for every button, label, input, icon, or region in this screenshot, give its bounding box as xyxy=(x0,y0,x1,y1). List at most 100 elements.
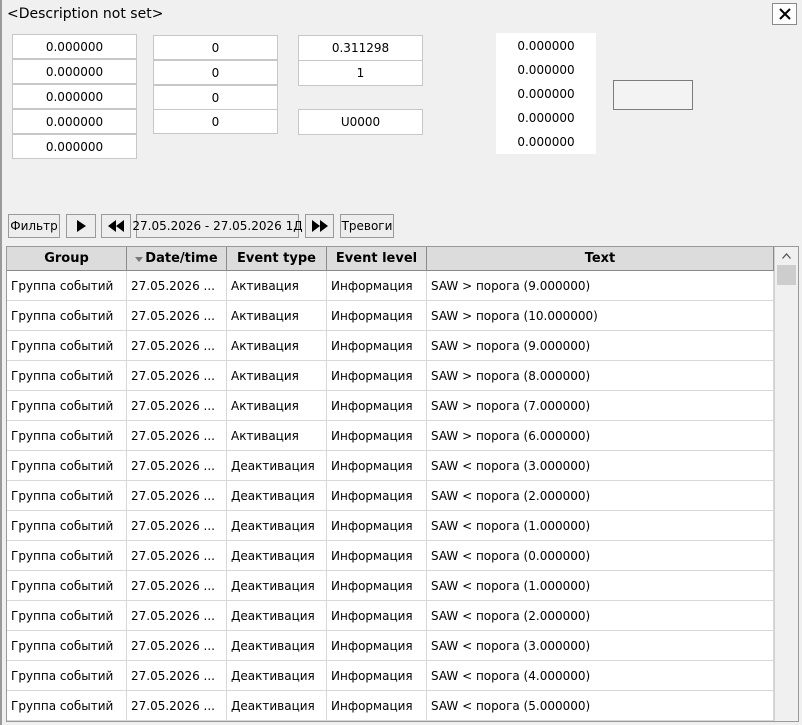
table-row[interactable]: Группа событий 27.05.2026 ... Деактивация И… xyxy=(7,481,774,511)
close-icon xyxy=(778,8,791,20)
cell-text: SAW < порога (5.000000) xyxy=(427,691,774,721)
value-field-1-2[interactable]: 0.000000 xyxy=(12,59,137,84)
table-row[interactable]: Группа событий 27.05.2026 ... Деактивация И… xyxy=(7,631,774,661)
value-field-2-3[interactable]: 0 xyxy=(153,85,278,110)
cell-group: Группа событий xyxy=(7,661,127,691)
cell-event-type: Деактивация xyxy=(227,601,327,631)
cell-event-type: Деактивация xyxy=(227,481,327,511)
cell-event-level: Информация xyxy=(327,271,427,301)
chevron-up-icon xyxy=(781,253,791,259)
column-header-datetime-label: Date/time xyxy=(145,251,218,266)
cell-group: Группа событий xyxy=(7,691,127,721)
fast-forward-button[interactable] xyxy=(305,214,334,238)
cell-text: SAW < порога (1.000000) xyxy=(427,571,774,601)
blank-button[interactable] xyxy=(613,80,693,110)
cell-event-level: Информация xyxy=(327,631,427,661)
cell-event-type: Активация xyxy=(227,421,327,451)
cell-datetime: 27.05.2026 ... xyxy=(127,511,227,541)
column-header-event-level[interactable]: Event level xyxy=(327,247,427,271)
value-field-1-1[interactable]: 0.000000 xyxy=(12,34,137,59)
scroll-thumb[interactable] xyxy=(777,265,796,285)
alarms-button[interactable]: Тревоги xyxy=(340,214,394,238)
events-table[interactable]: Group Date/time Event type Event level T… xyxy=(6,246,799,722)
cell-text: SAW < порога (4.000000) xyxy=(427,661,774,691)
vertical-scrollbar[interactable] xyxy=(774,247,798,721)
cell-group: Группа событий xyxy=(7,511,127,541)
scroll-up-button[interactable] xyxy=(775,247,797,265)
table-row[interactable]: Группа событий 27.05.2026 ... Активация Инф… xyxy=(7,331,774,361)
cell-datetime: 27.05.2026 ... xyxy=(127,301,227,331)
cell-text: SAW < порога (3.000000) xyxy=(427,451,774,481)
cell-datetime: 27.05.2026 ... xyxy=(127,391,227,421)
value-label-4-2: 0.000000 xyxy=(496,59,596,81)
close-button[interactable] xyxy=(772,3,797,25)
cell-event-level: Информация xyxy=(327,361,427,391)
cell-text: SAW < порога (0.000000) xyxy=(427,541,774,571)
value-field-1-5[interactable]: 0.000000 xyxy=(12,134,137,159)
cell-event-type: Деактивация xyxy=(227,571,327,601)
date-range-button[interactable]: 27.05.2026 - 27.05.2026 1Д xyxy=(132,214,303,238)
table-row[interactable]: Группа событий 27.05.2026 ... Деактивация И… xyxy=(7,691,774,721)
cell-group: Группа событий xyxy=(7,421,127,451)
cell-event-type: Активация xyxy=(227,301,327,331)
value-field-2-4[interactable]: 0 xyxy=(153,109,278,134)
window-left-border xyxy=(0,0,2,725)
column-header-datetime[interactable]: Date/time xyxy=(127,247,227,271)
table-row[interactable]: Группа событий 27.05.2026 ... Деактивация И… xyxy=(7,571,774,601)
value-field-2-1[interactable]: 0 xyxy=(153,35,278,60)
play-button[interactable] xyxy=(66,214,96,238)
table-row[interactable]: Группа событий 27.05.2026 ... Активация Инф… xyxy=(7,301,774,331)
cell-group: Группа событий xyxy=(7,541,127,571)
cell-event-level: Информация xyxy=(327,691,427,721)
cell-text: SAW > порога (9.000000) xyxy=(427,331,774,361)
sort-down-icon xyxy=(135,257,143,262)
cell-text: SAW < порога (2.000000) xyxy=(427,601,774,631)
cell-event-level: Информация xyxy=(327,331,427,361)
cell-event-level: Информация xyxy=(327,601,427,631)
table-row[interactable]: Группа событий 27.05.2026 ... Деактивация И… xyxy=(7,661,774,691)
play-icon xyxy=(77,220,86,232)
value-label-4-4: 0.000000 xyxy=(496,107,596,129)
column-header-text[interactable]: Text xyxy=(427,247,774,271)
cell-group: Группа событий xyxy=(7,571,127,601)
value-field-3-1[interactable]: 0.311298 xyxy=(298,35,423,61)
cell-text: SAW > порога (8.000000) xyxy=(427,361,774,391)
cell-group: Группа событий xyxy=(7,361,127,391)
table-row[interactable]: Группа событий 27.05.2026 ... Деактивация И… xyxy=(7,511,774,541)
cell-datetime: 27.05.2026 ... xyxy=(127,541,227,571)
cell-event-type: Деактивация xyxy=(227,691,327,721)
cell-datetime: 27.05.2026 ... xyxy=(127,631,227,661)
cell-event-level: Информация xyxy=(327,451,427,481)
table-row[interactable]: Группа событий 27.05.2026 ... Деактивация И… xyxy=(7,541,774,571)
cell-datetime: 27.05.2026 ... xyxy=(127,571,227,601)
cell-datetime: 27.05.2026 ... xyxy=(127,271,227,301)
table-row[interactable]: Группа событий 27.05.2026 ... Активация Инф… xyxy=(7,271,774,301)
cell-event-type: Деактивация xyxy=(227,541,327,571)
table-row[interactable]: Группа событий 27.05.2026 ... Деактивация И… xyxy=(7,451,774,481)
cell-datetime: 27.05.2026 ... xyxy=(127,691,227,721)
value-field-2-2[interactable]: 0 xyxy=(153,60,278,85)
value-field-3-3[interactable]: U0000 xyxy=(298,109,423,135)
cell-event-type: Активация xyxy=(227,271,327,301)
cell-group: Группа событий xyxy=(7,331,127,361)
table-row[interactable]: Группа событий 27.05.2026 ... Активация Инф… xyxy=(7,421,774,451)
cell-event-level: Информация xyxy=(327,301,427,331)
value-field-1-4[interactable]: 0.000000 xyxy=(12,109,137,134)
cell-event-level: Информация xyxy=(327,571,427,601)
table-row[interactable]: Группа событий 27.05.2026 ... Активация Инф… xyxy=(7,361,774,391)
table-row[interactable]: Группа событий 27.05.2026 ... Деактивация И… xyxy=(7,601,774,631)
value-field-1-3[interactable]: 0.000000 xyxy=(12,84,137,109)
cell-text: SAW > порога (6.000000) xyxy=(427,421,774,451)
cell-event-level: Информация xyxy=(327,391,427,421)
cell-text: SAW < порога (2.000000) xyxy=(427,481,774,511)
filter-button[interactable]: Фильтр xyxy=(8,214,60,238)
rewind-button[interactable] xyxy=(101,214,131,238)
value-field-3-2[interactable]: 1 xyxy=(298,60,423,86)
window-title: <Description not set> xyxy=(7,6,164,22)
column-header-group[interactable]: Group xyxy=(7,247,127,271)
column-header-event-type[interactable]: Event type xyxy=(227,247,327,271)
cell-text: SAW < порога (1.000000) xyxy=(427,511,774,541)
cell-event-level: Информация xyxy=(327,511,427,541)
cell-event-type: Деактивация xyxy=(227,631,327,661)
table-row[interactable]: Группа событий 27.05.2026 ... Активация Инф… xyxy=(7,391,774,421)
